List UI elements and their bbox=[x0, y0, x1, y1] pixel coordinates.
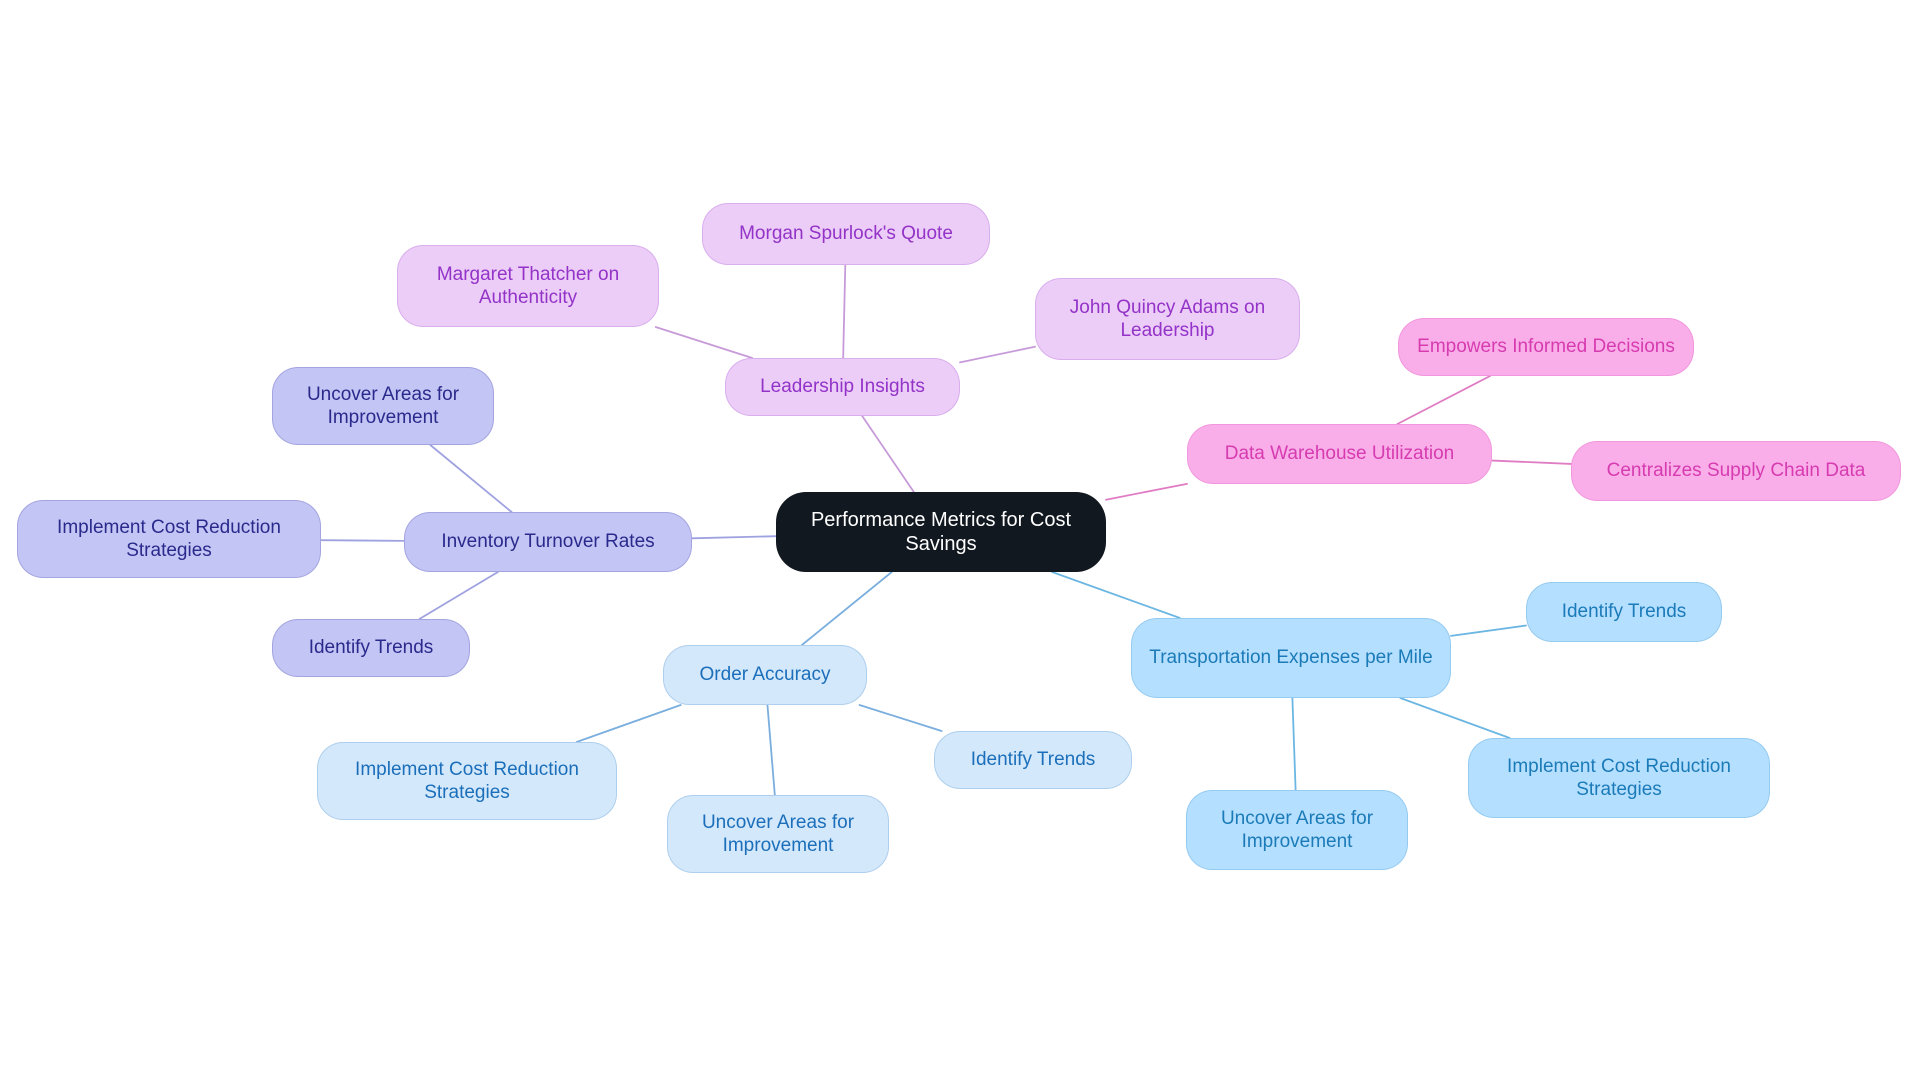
mindmap-edge-order-to-ord-uncover bbox=[766, 704, 776, 796]
mindmap-node-implement-cost-reduction-strategies[interactable]: Implement Cost Reduction Strategies bbox=[1468, 738, 1770, 818]
mindmap-node-label: Identify Trends bbox=[1561, 601, 1687, 623]
mindmap-node-label: John Quincy Adams on Leadership bbox=[1069, 296, 1266, 341]
mindmap-node-implement-cost-reduction-strategies[interactable]: Implement Cost Reduction Strategies bbox=[17, 500, 321, 578]
mindmap-edge-inventory-to-inv-implement bbox=[320, 539, 405, 542]
mindmap-edge-transport-to-tr-trends bbox=[1450, 624, 1527, 637]
mindmap-edge-inventory-to-inv-trends bbox=[418, 571, 499, 620]
mindmap-node-label: Leadership Insights bbox=[760, 376, 925, 398]
mindmap-node-implement-cost-reduction-strategies[interactable]: Implement Cost Reduction Strategies bbox=[317, 742, 617, 820]
mindmap-canvas: Performance Metrics for Cost Savings Lead… bbox=[0, 0, 1920, 1083]
mindmap-node-label: Uncover Areas for Improvement bbox=[306, 383, 460, 428]
mindmap-node-morgan-spurlock-s-quote[interactable]: Morgan Spurlock's Quote bbox=[702, 203, 990, 265]
mindmap-edge-leadership-to-spurlock bbox=[842, 264, 847, 359]
mindmap-node-transportation-expenses-per-mile[interactable]: Transportation Expenses per Mile bbox=[1131, 618, 1451, 698]
mindmap-node-centralizes-supply-chain-data[interactable]: Centralizes Supply Chain Data bbox=[1571, 441, 1901, 501]
mindmap-node-label: Uncover Areas for Improvement bbox=[701, 811, 855, 856]
mindmap-node-label: Identify Trends bbox=[970, 749, 1096, 771]
mindmap-node-data-warehouse-utilization[interactable]: Data Warehouse Utilization bbox=[1187, 424, 1492, 484]
mindmap-edge-leadership-to-thatcher bbox=[654, 326, 754, 359]
mindmap-node-identify-trends[interactable]: Identify Trends bbox=[272, 619, 470, 677]
mindmap-edge-root-to-inventory bbox=[691, 535, 777, 540]
mindmap-node-identify-trends[interactable]: Identify Trends bbox=[1526, 582, 1722, 642]
mindmap-node-performance-metrics-for-cost-savings[interactable]: Performance Metrics for Cost Savings bbox=[776, 492, 1106, 572]
mindmap-node-label: Margaret Thatcher on Authenticity bbox=[436, 263, 620, 308]
mindmap-node-inventory-turnover-rates[interactable]: Inventory Turnover Rates bbox=[404, 512, 692, 572]
mindmap-node-empowers-informed-decisions[interactable]: Empowers Informed Decisions bbox=[1398, 318, 1694, 376]
mindmap-node-identify-trends[interactable]: Identify Trends bbox=[934, 731, 1132, 789]
mindmap-node-john-quincy-adams-on-leadership[interactable]: John Quincy Adams on Leadership bbox=[1035, 278, 1300, 360]
mindmap-node-label: Performance Metrics for Cost Savings bbox=[810, 508, 1072, 555]
mindmap-edge-root-to-transport bbox=[1051, 571, 1181, 619]
mindmap-node-uncover-areas-for-improvement[interactable]: Uncover Areas for Improvement bbox=[272, 367, 494, 445]
mindmap-node-uncover-areas-for-improvement[interactable]: Uncover Areas for Improvement bbox=[1186, 790, 1408, 870]
mindmap-node-label: Uncover Areas for Improvement bbox=[1220, 807, 1374, 852]
mindmap-edge-root-to-order bbox=[801, 571, 893, 646]
mindmap-edge-transport-to-tr-uncover bbox=[1291, 697, 1297, 791]
mindmap-node-label: Identify Trends bbox=[308, 637, 434, 659]
mindmap-node-label: Implement Cost Reduction Strategies bbox=[355, 758, 579, 803]
mindmap-node-order-accuracy[interactable]: Order Accuracy bbox=[663, 645, 867, 705]
mindmap-edge-warehouse-to-centralizes bbox=[1491, 459, 1572, 465]
mindmap-edge-warehouse-to-empowers bbox=[1396, 375, 1491, 425]
mindmap-edge-order-to-ord-implement bbox=[575, 704, 682, 743]
mindmap-edge-transport-to-tr-implement bbox=[1399, 697, 1511, 739]
mindmap-node-label: Transportation Expenses per Mile bbox=[1149, 647, 1433, 669]
mindmap-node-label: Empowers Informed Decisions bbox=[1417, 336, 1675, 358]
mindmap-node-label: Data Warehouse Utilization bbox=[1224, 443, 1455, 465]
mindmap-node-margaret-thatcher-on-authenticity[interactable]: Margaret Thatcher on Authenticity bbox=[397, 245, 659, 327]
mindmap-edge-inventory-to-inv-uncover bbox=[429, 444, 513, 513]
mindmap-edge-leadership-to-adams bbox=[959, 345, 1036, 364]
mindmap-node-label: Inventory Turnover Rates bbox=[441, 531, 655, 553]
mindmap-node-uncover-areas-for-improvement[interactable]: Uncover Areas for Improvement bbox=[667, 795, 889, 873]
mindmap-edge-root-to-leadership bbox=[861, 415, 915, 493]
mindmap-node-label: Implement Cost Reduction Strategies bbox=[57, 516, 281, 561]
mindmap-node-label: Order Accuracy bbox=[699, 664, 831, 686]
mindmap-node-label: Centralizes Supply Chain Data bbox=[1606, 460, 1866, 482]
mindmap-node-label: Implement Cost Reduction Strategies bbox=[1507, 755, 1731, 800]
mindmap-node-label: Morgan Spurlock's Quote bbox=[739, 223, 953, 245]
mindmap-edge-order-to-ord-trends bbox=[858, 704, 943, 732]
mindmap-edge-root-to-warehouse bbox=[1105, 482, 1188, 501]
mindmap-node-leadership-insights[interactable]: Leadership Insights bbox=[725, 358, 960, 416]
